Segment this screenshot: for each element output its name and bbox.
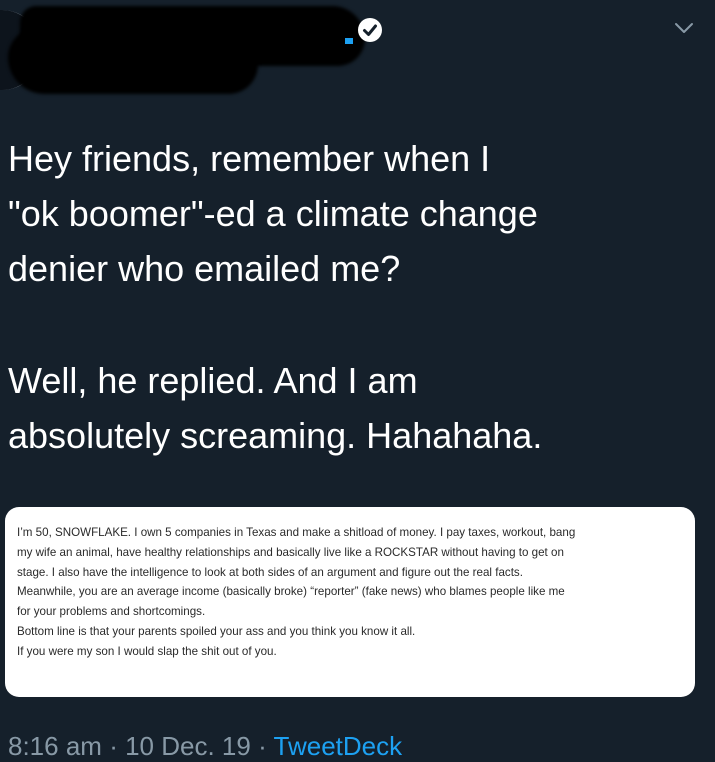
badge-fragment xyxy=(345,38,353,44)
meta-separator: · xyxy=(109,731,118,761)
email-line: If you were my son I would slap the shit… xyxy=(17,644,277,658)
email-line: Meanwhile, you are an average income (ba… xyxy=(17,585,565,599)
attached-image[interactable]: I’m 50, SNOWFLAKE. I own 5 companies in … xyxy=(5,507,695,697)
email-line: stage. I also have the intelligence to l… xyxy=(17,565,523,579)
tweet-text-line: denier who emailed me? xyxy=(8,248,401,289)
tweet-header xyxy=(0,0,715,100)
tweet-time[interactable]: 8:16 am xyxy=(8,731,102,761)
tweet-text-line: Hey friends, remember when I xyxy=(8,138,491,179)
email-line: my wife an animal, have healthy relation… xyxy=(17,545,564,559)
email-line: I’m 50, SNOWFLAKE. I own 5 companies in … xyxy=(17,526,576,539)
tweet-text: Hey friends, remember when I "ok boomer"… xyxy=(8,131,708,463)
tweet-text-line: "ok boomer"-ed a climate change xyxy=(8,193,538,234)
redacted-handle xyxy=(8,28,258,94)
tweet-metadata: 8:16 am · 10 Dec. 19 · TweetDeck xyxy=(8,731,402,762)
email-line: Bottom line is that your parents spoiled… xyxy=(17,624,416,638)
tweet-text-line: absolutely screaming. Hahahaha. xyxy=(8,415,543,456)
tweet-date[interactable]: 10 Dec. 19 xyxy=(125,731,251,761)
verified-badge-icon xyxy=(358,18,382,42)
tweet-text-line: Well, he replied. And I am xyxy=(8,360,418,401)
email-screenshot-text: I’m 50, SNOWFLAKE. I own 5 companies in … xyxy=(17,523,687,662)
chevron-down-icon[interactable] xyxy=(672,18,696,38)
tweet-source-link[interactable]: TweetDeck xyxy=(274,731,403,761)
meta-separator: · xyxy=(258,731,267,761)
email-line: for your problems and shortcomings. xyxy=(17,605,206,619)
